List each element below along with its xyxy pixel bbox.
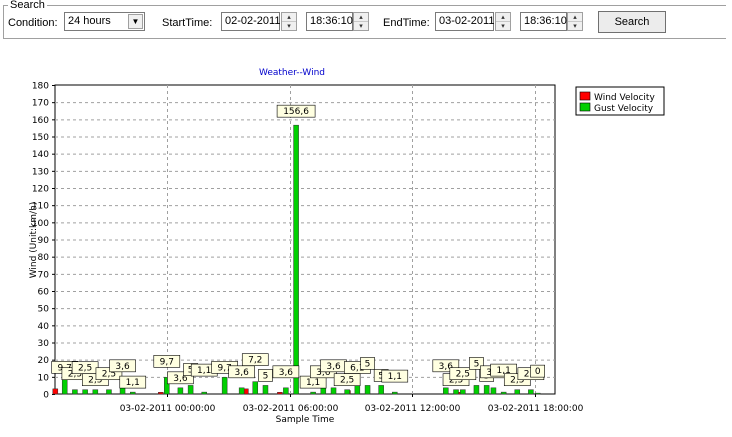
data-label: 2,5 — [456, 370, 470, 380]
y-tick-label: 40 — [38, 322, 50, 332]
gust-bar — [490, 387, 497, 395]
data-label: 2,5 — [340, 376, 354, 386]
legend-swatch — [579, 91, 591, 101]
gust-bar — [500, 391, 507, 395]
gust-bar — [82, 389, 88, 395]
y-tick-label: 10 — [38, 373, 50, 383]
y-tick-label: 140 — [32, 150, 49, 160]
y-tick-label: 30 — [38, 339, 50, 349]
y-tick-label: 180 — [32, 82, 49, 92]
y-tick-label: 60 — [38, 288, 50, 298]
data-label: 1,1 — [306, 378, 320, 388]
x-tick-label: 03-02-2011 12:00:00 — [365, 404, 461, 414]
data-label: 3,6 — [234, 368, 249, 378]
gust-bar — [453, 389, 459, 395]
data-label: 5 — [474, 359, 480, 369]
gust-bar — [221, 377, 228, 395]
gust-bar — [460, 389, 466, 395]
y-tick-label: 160 — [32, 116, 49, 126]
y-tick-label: 130 — [32, 167, 49, 177]
data-label: 1,1 — [388, 372, 402, 382]
x-axis-label: Sample Time — [276, 415, 335, 425]
gust-bar — [534, 392, 541, 395]
y-tick-label: 120 — [32, 185, 49, 195]
data-label: 3,6 — [115, 362, 130, 372]
gust-bar — [119, 387, 126, 395]
data-label: 156,6 — [283, 107, 309, 117]
gust-bar — [252, 381, 259, 395]
legend-label: Gust Velocity — [594, 104, 654, 114]
y-tick-label: 70 — [38, 270, 50, 280]
y-tick-label: 90 — [38, 236, 50, 246]
data-label: 1,1 — [197, 366, 211, 376]
gust-bar — [187, 385, 194, 395]
wind-chart: Weather--Wind010203040506070809010011012… — [29, 68, 665, 425]
y-tick-label: 0 — [43, 391, 49, 401]
data-label: 0 — [535, 367, 541, 377]
data-label: 1,1 — [126, 378, 140, 388]
gust-bar — [483, 385, 490, 395]
chart-title: Weather--Wind — [259, 68, 325, 78]
gust-bar — [130, 391, 136, 395]
legend-swatch — [579, 102, 591, 112]
gust-bar — [320, 387, 327, 395]
gust-bar — [201, 391, 207, 395]
gust-bar — [262, 385, 269, 395]
gust-bar — [392, 391, 398, 395]
gust-bar — [364, 385, 371, 395]
x-tick-label: 03-02-2011 18:00:00 — [488, 404, 584, 414]
data-label: 3,6 — [326, 362, 341, 372]
data-label: 2,5 — [78, 364, 92, 374]
gust-bar — [514, 389, 521, 395]
y-tick-label: 80 — [38, 253, 50, 263]
y-tick-label: 150 — [32, 133, 49, 143]
x-tick-label: 03-02-2011 00:00:00 — [120, 404, 216, 414]
y-tick-label: 170 — [32, 99, 49, 109]
gust-bar — [283, 387, 289, 395]
gust-bar — [293, 124, 299, 395]
x-tick-label: 03-02-2011 06:00:00 — [243, 404, 339, 414]
y-tick-label: 20 — [38, 356, 50, 366]
y-tick-label: 50 — [38, 305, 50, 315]
gust-bar — [443, 387, 449, 395]
data-label: 5 — [365, 359, 371, 369]
data-label: 9,7 — [160, 357, 174, 367]
gust-bar — [92, 389, 99, 395]
gust-bar — [330, 387, 337, 395]
gust-bar — [473, 385, 480, 395]
gust-bar — [344, 389, 350, 395]
wind-bar — [277, 392, 283, 395]
data-label: 7,2 — [248, 356, 262, 366]
gust-bar — [310, 391, 316, 395]
gust-bar — [528, 389, 534, 395]
legend-label: Wind Velocity — [594, 93, 655, 103]
data-label: 3,6 — [279, 368, 294, 378]
gust-bar — [177, 387, 184, 395]
gust-bar — [72, 389, 78, 395]
gust-bar — [238, 387, 245, 395]
y-axis-label: Wind (Unit:km/h) — [29, 202, 39, 279]
data-label: 5 — [263, 371, 269, 381]
gust-bar — [106, 389, 112, 395]
gust-bar — [378, 385, 384, 395]
wind-bar — [158, 392, 164, 395]
wind-bar — [52, 388, 59, 395]
